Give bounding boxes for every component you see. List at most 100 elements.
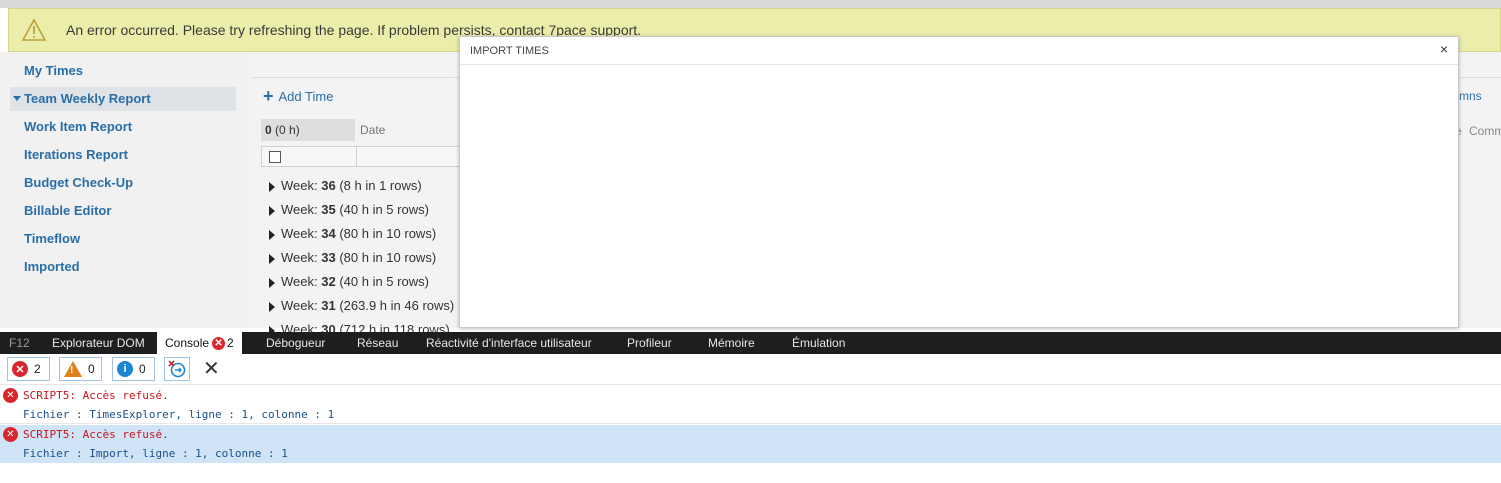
hours-total-cell: 0 (0 h) [261,119,355,141]
filter-warnings-button[interactable]: ! 0 [59,357,102,381]
week-detail: (8 h in 1 rows) [339,178,422,193]
clear-on-navigate-icon [168,360,186,378]
clear-console-icon[interactable]: ✕ [203,358,220,380]
top-strip [0,0,1501,8]
console-message[interactable]: ✕ SCRIPT5: Accès refusé. [0,386,1501,405]
tab-ui-responsiveness[interactable]: Réactivité d'interface utilisateur [426,332,592,354]
nav-item-iterations-report[interactable]: Iterations Report [10,143,236,167]
nav-item-imported[interactable]: Imported [10,255,236,279]
plus-icon: + [263,86,274,106]
tab-memory[interactable]: Mémoire [708,332,755,354]
error-icon: ✕ [12,361,28,377]
date-column-header[interactable]: Date [360,119,385,141]
errors-count: 2 [34,362,41,376]
nav-item-team-weekly-report[interactable]: Team Weekly Report [10,87,236,111]
message-text: SCRIPT5: Accès refusé. [23,428,169,441]
expand-arrow-icon [269,230,275,240]
tab-network[interactable]: Réseau [357,332,398,354]
console-message-source[interactable]: Fichier : TimesExplorer, ligne : 1, colo… [0,405,1501,424]
week-group-row[interactable]: Week: 32 (40 h in 5 rows) [269,274,429,294]
week-detail: (80 h in 10 rows) [339,250,437,265]
left-navigation: My Times Team Weekly Report Work Item Re… [0,52,247,328]
import-times-dialog: IMPORT TIMES × [459,36,1459,328]
info-count: 0 [139,362,146,376]
message-text: SCRIPT5: Accès refusé. [23,389,169,402]
devtools-tab-bar: F12 Explorateur DOM Console ✕ 2 Débogueur … [0,332,1501,354]
week-prefix: Week: [281,202,318,217]
expand-arrow-icon [269,254,275,264]
nav-item-label: Work Item Report [24,119,133,134]
add-time-button[interactable]: + Add Time [263,86,333,106]
nav-item-budget-check-up[interactable]: Budget Check-Up [10,171,236,195]
week-number: 32 [321,274,336,289]
week-detail: (263.9 h in 46 rows) [339,298,455,313]
nav-item-label: Budget Check-Up [24,175,134,190]
error-icon: ✕ [212,337,226,351]
week-group-row[interactable]: Week: 35 (40 h in 5 rows) [269,202,429,222]
close-icon[interactable]: × [1440,41,1448,57]
filter-errors-button[interactable]: ✕ 2 [7,357,50,381]
console-output: ✕ SCRIPT5: Accès refusé. Fichier : TimesE… [0,386,1501,483]
nav-item-label: Billable Editor [24,203,112,218]
week-prefix: Week: [281,298,318,313]
week-group-row[interactable]: Week: 31 (263.9 h in 46 rows) [269,298,454,318]
column-header-comments: Comm [1469,124,1501,138]
warning-icon: ! [64,361,82,377]
week-prefix: Week: [281,250,318,265]
tab-emulation[interactable]: Émulation [792,332,845,354]
tab-console[interactable]: Console ✕ 2 [157,332,242,354]
clear-on-navigate-button[interactable] [164,357,190,381]
tab-console-label: Console [165,336,210,350]
week-group-row[interactable]: Week: 33 (80 h in 10 rows) [269,250,436,270]
week-number: 33 [321,250,336,265]
nav-item-label: Timeflow [24,231,81,246]
week-detail: (80 h in 10 rows) [339,226,437,241]
hours-detail: (0 h) [275,123,300,137]
expand-arrow-icon [269,182,275,192]
hours-total: 0 [265,123,272,137]
error-icon: ✕ [3,427,18,442]
expand-arrow-icon [269,278,275,288]
filter-info-button[interactable]: i0 [112,357,155,381]
tab-dom-explorer[interactable]: Explorateur DOM [52,332,145,354]
divider [460,64,1458,65]
nav-item-label: Iterations Report [24,147,129,162]
nav-item-my-times[interactable]: My Times [10,59,236,83]
week-number: 31 [321,298,336,313]
columns-link[interactable]: mns [1459,89,1482,103]
warning-icon [21,18,47,41]
console-message[interactable]: ✕ SCRIPT5: Accès refusé. [0,425,1501,444]
tab-profiler[interactable]: Profileur [627,332,672,354]
nav-item-label: Imported [24,259,80,274]
warnings-count: 0 [88,362,95,376]
week-number: 36 [321,178,336,193]
week-group-row[interactable]: Week: 34 (80 h in 10 rows) [269,226,436,246]
app-window: An error occurred. Please try refreshing… [0,0,1501,483]
week-detail: (40 h in 5 rows) [339,202,429,217]
divider [356,147,357,166]
week-number: 34 [321,226,336,241]
nav-item-label: My Times [24,63,84,78]
console-error-count: 2 [227,336,234,350]
nav-item-billable-editor[interactable]: Billable Editor [10,199,236,223]
tab-debugger[interactable]: Débogueur [266,332,325,354]
week-prefix: Week: [281,274,318,289]
week-group-row[interactable]: Week: 36 (8 h in 1 rows) [269,178,422,198]
tab-f12: F12 [9,336,30,350]
caret-down-icon [13,96,21,101]
nav-item-timeflow[interactable]: Timeflow [10,227,236,251]
console-toolbar: ✕ 2 ! 0 i0 ✕ [0,354,1501,385]
nav-item-work-item-report[interactable]: Work Item Report [10,115,236,139]
select-all-checkbox[interactable] [269,151,281,163]
error-icon: ✕ [3,388,18,403]
message-source-text: Fichier : Import, ligne : 1, colonne : 1 [23,447,288,460]
expand-arrow-icon [269,302,275,312]
console-message-source[interactable]: Fichier : Import, ligne : 1, colonne : 1 [0,444,1501,463]
week-detail: (40 h in 5 rows) [339,274,429,289]
grid-header: 0 (0 h) Date [261,119,461,141]
filter-row [261,146,471,167]
expand-arrow-icon [269,206,275,216]
week-number: 35 [321,202,336,217]
nav-item-label: Team Weekly Report [24,91,151,106]
dialog-title: IMPORT TIMES [470,45,549,57]
